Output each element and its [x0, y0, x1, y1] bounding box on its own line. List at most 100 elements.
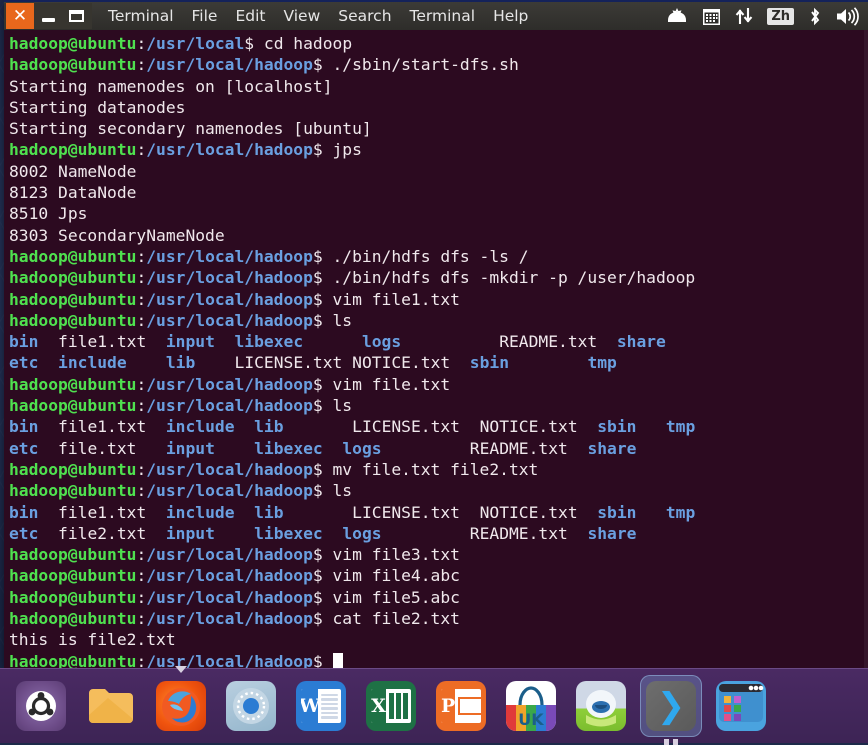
- ls-directory-entry: tmp: [587, 353, 617, 373]
- prompt-separator: :: [136, 587, 147, 607]
- prompt-separator: :: [136, 34, 147, 53]
- bluetooth-icon[interactable]: [808, 7, 822, 26]
- prompt-user: hadoop@ubuntu: [9, 545, 137, 565]
- menu-bar: Terminal File Edit View Search Terminal …: [108, 2, 528, 30]
- prompt-user: hadoop@ubuntu: [9, 268, 137, 288]
- ls-spacer: [509, 353, 587, 372]
- ls-directory-entry: etc: [9, 523, 39, 543]
- ls-directory-entry: sbin: [469, 353, 510, 373]
- prompt-path: /usr/local/hadoop: [146, 246, 313, 266]
- menu-file[interactable]: File: [192, 7, 218, 25]
- input-method-indicator[interactable]: Zh: [767, 7, 794, 25]
- ls-directory-entry: etc: [9, 353, 39, 373]
- minimize-icon: [41, 17, 55, 22]
- ls-spacer: [136, 439, 165, 458]
- ls-file-entry: README.txt: [469, 438, 568, 458]
- terminal-line: hadoop@ubuntu:/usr/local/hadoop$ ./bin/h…: [9, 267, 868, 288]
- prompt-sigil: $: [312, 396, 323, 416]
- menu-edit[interactable]: Edit: [235, 7, 265, 25]
- terminal-line: hadoop@ubuntu:/usr/local/hadoop$ ./bin/h…: [9, 246, 868, 267]
- minimize-button[interactable]: [34, 3, 62, 29]
- dock-item-firefox[interactable]: [150, 675, 212, 737]
- dock-item-app-window[interactable]: [710, 675, 772, 737]
- dock-item-files[interactable]: [80, 675, 142, 737]
- prompt-sigil: $: [312, 55, 323, 75]
- ls-file-entry: README.txt: [469, 523, 568, 543]
- network-icon[interactable]: [735, 7, 753, 25]
- ls-directory-entry: include: [58, 353, 127, 373]
- dock-item-powerpoint[interactable]: P: [430, 675, 492, 737]
- terminal-output-text: 8303 SecondaryNameNode: [9, 225, 225, 245]
- ls-spacer: [460, 503, 480, 522]
- terminal-line: hadoop@ubuntu:/usr/local/hadoop$ vim fil…: [9, 289, 868, 310]
- ls-directory-entry: tmp: [665, 502, 696, 522]
- prompt-separator: :: [136, 55, 147, 75]
- terminal-command: ls: [322, 310, 353, 330]
- software-center-icon: UK: [506, 681, 556, 731]
- prompt-sigil: $: [312, 289, 323, 309]
- terminal-command: ./bin/hdfs dfs -ls /: [322, 246, 529, 266]
- terminal-line: hadoop@ubuntu:/usr/local/hadoop$ ls: [9, 395, 868, 416]
- prompt-sigil: $: [312, 587, 323, 607]
- ls-spacer: [215, 439, 254, 458]
- ls-spacer: [636, 417, 665, 436]
- ls-directory-entry: tmp: [665, 417, 696, 437]
- prompt-user: hadoop@ubuntu: [9, 289, 137, 309]
- menu-search[interactable]: Search: [338, 7, 391, 25]
- terminal-scrollbar[interactable]: [864, 30, 868, 668]
- ls-file-entry: file1.txt: [58, 502, 147, 522]
- terminal-line: hadoop@ubuntu:/usr/local/hadoop$ ./sbin/…: [9, 54, 868, 75]
- calendar-icon[interactable]: [702, 7, 721, 26]
- prompt-separator: :: [136, 246, 147, 266]
- dock-item-word[interactable]: W: [290, 675, 352, 737]
- prompt-user: hadoop@ubuntu: [9, 374, 137, 394]
- menu-view[interactable]: View: [283, 7, 320, 25]
- ls-directory-entry: share: [587, 438, 637, 458]
- prompt-separator: :: [136, 651, 147, 668]
- prompt-path: /usr/local/hadoop: [146, 310, 313, 330]
- prompt-path: /usr/local/hadoop: [146, 609, 313, 629]
- menu-help[interactable]: Help: [493, 7, 528, 25]
- dock-item-terminal[interactable]: ❯: [640, 675, 702, 737]
- dock-item-ubuntu-kylin-software-center[interactable]: UK: [500, 675, 562, 737]
- terminal-command: ls: [322, 396, 353, 416]
- dock-item-excel[interactable]: X: [360, 675, 422, 737]
- volume-icon[interactable]: [836, 6, 860, 26]
- prompt-path: /usr/local/hadoop: [146, 396, 313, 416]
- terminal-output-area[interactable]: hadoop@ubuntu:/usr/local$ cd hadoop hadoo…: [4, 30, 868, 668]
- terminal-line: Starting secondary namenodes [ubuntu]: [9, 118, 868, 139]
- terminal-line: hadoop@ubuntu:/usr/local/hadoop$ mv file…: [9, 459, 868, 480]
- terminal-line: 8123 DataNode: [9, 182, 868, 203]
- close-button[interactable]: ✕: [6, 3, 34, 29]
- terminal-command: vim file1.txt: [322, 289, 460, 309]
- prompt-path: /usr/local/hadoop: [146, 651, 313, 668]
- ls-directory-entry: include: [165, 502, 235, 522]
- terminal-output-text: this is file2.txt: [9, 630, 176, 650]
- prompt-sigil: $: [312, 246, 323, 266]
- ls-spacer: [597, 332, 617, 351]
- ls-directory-entry: logs: [361, 332, 402, 352]
- menu-terminal[interactable]: Terminal: [410, 7, 476, 25]
- terminal-command: ./sbin/start-dfs.sh: [322, 55, 519, 75]
- terminal-line: hadoop@ubuntu:/usr/local/hadoop$ vim fil…: [9, 374, 868, 395]
- prompt-sigil: $: [312, 310, 323, 330]
- terminal-output-text: Starting namenodes on [localhost]: [9, 76, 333, 96]
- ls-spacer: [38, 524, 58, 543]
- dock-item-ubuntu-logo[interactable]: [10, 675, 72, 737]
- ls-spacer: [146, 503, 166, 522]
- prompt-sigil: $: [312, 268, 323, 288]
- ls-spacer: [578, 503, 598, 522]
- prompt-separator: :: [136, 609, 147, 629]
- dock-item-youker-assistant[interactable]: [570, 675, 632, 737]
- terminal-window: ✕ Terminal File Edit View Search Termina…: [4, 0, 868, 668]
- ls-directory-entry: libexec: [254, 523, 323, 543]
- ls-directory-entry: logs: [342, 523, 382, 543]
- update-icon[interactable]: [666, 7, 688, 25]
- prompt-path: /usr/local: [146, 34, 245, 53]
- excel-glyph: X: [371, 689, 411, 723]
- dock-item-chromium[interactable]: [220, 675, 282, 737]
- terminal-screen: hadoop@ubuntu:/usr/local$ cd hadoop hadoo…: [9, 33, 868, 668]
- terminal-command: mv file.txt file2.txt: [322, 459, 539, 479]
- powerpoint-icon: P: [436, 681, 486, 731]
- maximize-button[interactable]: [62, 3, 90, 29]
